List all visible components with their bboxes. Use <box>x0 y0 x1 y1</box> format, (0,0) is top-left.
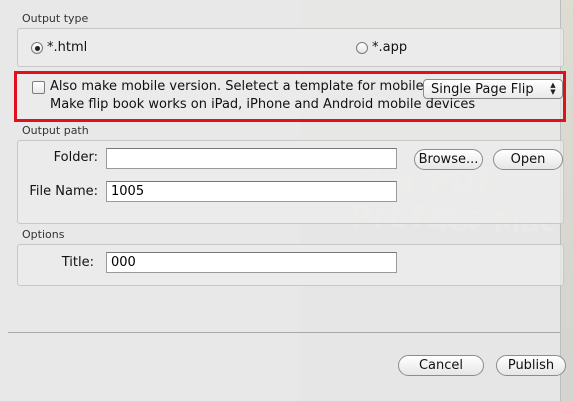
filename-field[interactable] <box>106 181 397 202</box>
options-label: Options <box>22 228 65 241</box>
radio-html[interactable]: *.html <box>31 40 87 55</box>
output-path-label: Output path <box>22 124 89 137</box>
title-label: Title: <box>61 255 94 270</box>
mobile-template-value: Single Page Flip <box>431 81 534 97</box>
mobile-version-checkbox[interactable] <box>32 81 45 94</box>
browse-button[interactable]: Browse... <box>414 149 483 170</box>
output-type-label: Output type <box>22 12 89 25</box>
open-button[interactable]: Open <box>493 149 563 170</box>
radio-selected-icon <box>31 41 43 54</box>
folder-field[interactable] <box>106 148 397 169</box>
filename-label: File Name: <box>29 184 98 199</box>
footer-divider <box>8 332 560 333</box>
title-field[interactable] <box>106 252 397 273</box>
mobile-checkbox-label: Also make mobile version. Seletect a tem… <box>50 79 429 94</box>
mobile-template-select[interactable]: Single Page Flip ▲ ▼ <box>423 79 563 99</box>
select-arrows-icon: ▲ ▼ <box>550 81 556 96</box>
radio-html-label: *.html <box>47 40 88 55</box>
folder-label: Folder: <box>53 150 98 165</box>
mobile-description: Make flip book works on iPad, iPhone and… <box>50 97 476 112</box>
publish-button[interactable]: Publish <box>496 355 566 376</box>
radio-app-label: *.app <box>372 40 408 55</box>
output-type-group <box>17 28 564 67</box>
radio-unselected-icon <box>356 41 368 54</box>
radio-app[interactable]: *.app <box>356 40 407 55</box>
publish-dialog: Output type *.html *.app Also make mobil… <box>0 0 566 401</box>
cancel-button[interactable]: Cancel <box>398 355 484 376</box>
